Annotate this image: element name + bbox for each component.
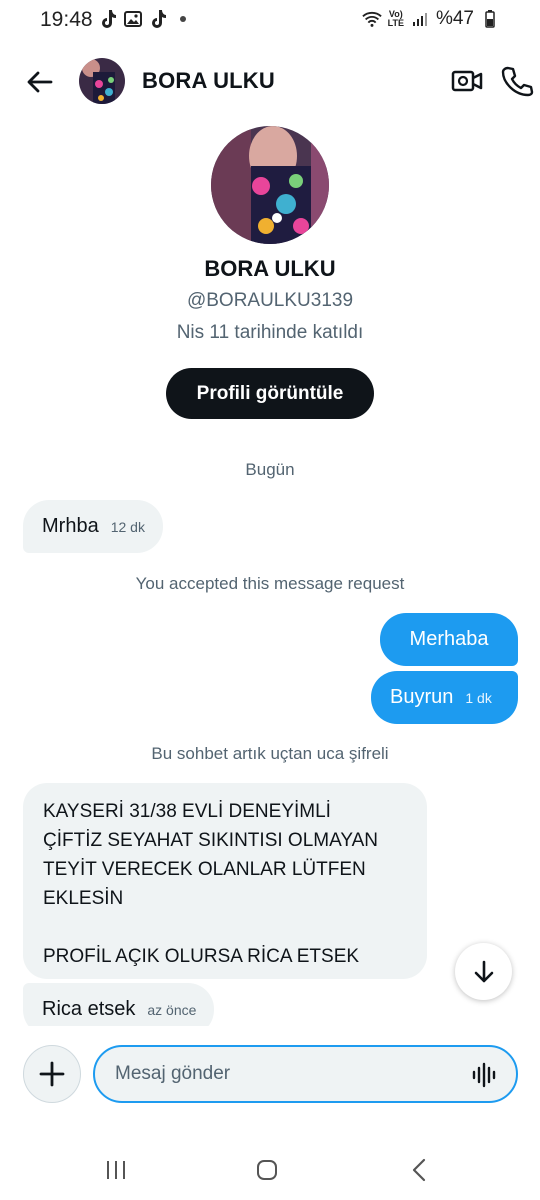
recents-icon <box>107 1161 125 1179</box>
status-bar: 19:48 Vo) LTE %47 <box>0 0 540 40</box>
message-text: Merhaba <box>409 628 489 650</box>
message-input[interactable] <box>115 1047 455 1101</box>
message-time: 1 dk <box>465 689 492 706</box>
notification-icons <box>98 9 193 29</box>
system-icons: Vo) LTE %47 <box>361 8 500 30</box>
profile-handle: @BORAULKU3139 <box>186 290 354 311</box>
header-title[interactable]: BORA ULKU <box>142 68 275 94</box>
profile-avatar[interactable] <box>211 126 329 244</box>
wifi-icon <box>361 9 382 29</box>
tiktok-icon <box>148 9 168 29</box>
conversation-header: BORA ULKU <box>0 52 540 112</box>
profile-image <box>211 126 329 244</box>
avatar[interactable] <box>79 58 125 104</box>
message-bubble-incoming[interactable]: Mrhba 12 dk <box>23 500 163 553</box>
message-time: az önce <box>147 1001 197 1018</box>
message-bubble-outgoing[interactable]: Merhaba <box>380 613 518 666</box>
date-separator: Bugün <box>245 460 295 479</box>
status-time: 19:48 <box>40 8 93 31</box>
phone-icon <box>501 66 534 97</box>
system-navigation-bar <box>0 1140 540 1200</box>
request-accepted-note: You accepted this message request <box>135 574 405 593</box>
message-time: 12 dk <box>110 518 145 535</box>
back-button[interactable] <box>24 66 56 98</box>
message-text: Rica etsek <box>42 998 136 1020</box>
volte-icon: Vo) LTE <box>387 9 404 28</box>
dot-icon <box>173 9 193 29</box>
tiktok-icon <box>98 9 118 29</box>
encryption-note: Bu sohbet artık uçtan uca şifreli <box>151 744 389 763</box>
profile-name: BORA ULKU <box>204 256 336 281</box>
message-text: Buyrun <box>390 686 454 708</box>
audio-wave-icon <box>472 1062 496 1088</box>
plus-icon <box>39 1061 65 1087</box>
recent-apps-button[interactable] <box>96 1152 136 1188</box>
home-button[interactable] <box>247 1152 287 1188</box>
system-back-button[interactable] <box>399 1152 439 1188</box>
voice-message-button[interactable] <box>470 1061 498 1089</box>
arrow-left-icon <box>27 71 53 93</box>
video-call-button[interactable] <box>450 64 484 98</box>
home-icon <box>257 1160 277 1180</box>
message-text: Mrhba <box>42 515 99 537</box>
add-attachment-button[interactable] <box>23 1045 81 1103</box>
gallery-icon <box>123 9 143 29</box>
view-profile-button[interactable]: Profili görüntüle <box>166 368 374 419</box>
scroll-to-bottom-button[interactable] <box>455 943 512 1000</box>
video-camera-icon <box>451 70 483 92</box>
avatar-image <box>79 58 125 104</box>
voice-call-button[interactable] <box>500 64 534 98</box>
battery-icon <box>480 9 500 29</box>
message-input-container[interactable] <box>93 1045 518 1103</box>
message-bubble-outgoing[interactable]: Buyrun 1 dk <box>371 671 518 724</box>
chevron-left-icon <box>412 1158 426 1182</box>
message-bubble-incoming[interactable]: KAYSERİ 31/38 EVLİ DENEYİMLİ ÇİFTİZ SEYA… <box>23 783 427 979</box>
profile-joined-date: Nis 11 tarihinde katıldı <box>176 322 364 343</box>
battery-text: %47 <box>435 8 474 29</box>
signal-icon <box>410 9 430 29</box>
arrow-down-icon <box>474 960 493 982</box>
